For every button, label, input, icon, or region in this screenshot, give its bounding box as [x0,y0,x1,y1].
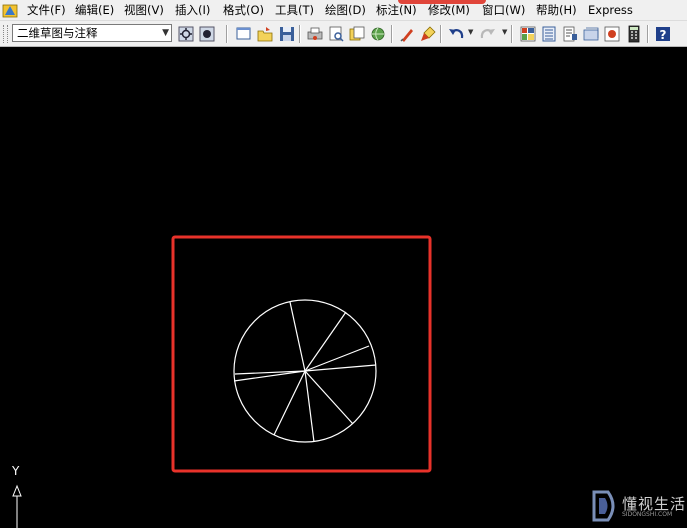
ucs-y-label: Y [12,464,20,478]
toolbar-separator [511,25,513,43]
workspace-save-icon[interactable] [197,24,217,44]
menu-insert[interactable]: 插入(I) [175,3,210,18]
properties-icon[interactable] [518,24,538,44]
3d-dwf-icon[interactable] [368,24,388,44]
workspace-select[interactable]: 二维草图与注释 ▼ [12,24,172,42]
watermark-logo-icon [592,490,615,522]
menu-dimension[interactable]: 标注(N) [376,3,417,18]
menu-help[interactable]: 帮助(H) [536,3,577,18]
svg-text:?: ? [660,28,667,42]
watermark: 懂视生活 SIDONGSHI.COM [590,489,687,525]
menu-draw[interactable]: 绘图(D) [325,3,366,18]
highlight-mark [398,0,486,4]
markup-icon[interactable] [602,24,622,44]
toolbar-separator [391,25,393,43]
new-file-icon[interactable] [233,24,253,44]
toolbar-separator [226,25,228,43]
plot-preview-icon[interactable] [326,24,346,44]
menu-file[interactable]: 文件(F) [27,3,66,18]
menu-window[interactable]: 窗口(W) [482,3,525,18]
drawing-area [171,235,432,473]
menu-express[interactable]: Express [588,3,633,18]
drawing-canvas[interactable]: Y 懂视生活 SIDONGSHI.COM [0,47,687,528]
help-icon[interactable]: ? [653,24,673,44]
menu-view[interactable]: 视图(V) [124,3,164,18]
publish-icon[interactable] [347,24,367,44]
match-properties-icon[interactable] [397,24,417,44]
paintbrush-icon[interactable] [418,24,438,44]
save-icon[interactable] [277,24,297,44]
chevron-down-icon: ▼ [162,28,169,38]
watermark-domain: SIDONGSHI.COM [622,511,673,518]
app-icon[interactable] [2,2,19,19]
toolbar-separator [647,25,649,43]
undo-dropdown-icon[interactable]: ▼ [468,28,473,36]
tool-palettes-icon[interactable] [560,24,580,44]
toolbar-grip[interactable] [3,25,8,43]
menu-modify[interactable]: 修改(M) [428,3,470,18]
plot-icon[interactable] [305,24,325,44]
standard-toolbar: 二维草图与注释 ▼ ▼ ▼ ? [0,21,687,47]
workspace-settings-icon[interactable] [176,24,196,44]
redo-icon[interactable] [478,24,498,44]
redo-dropdown-icon[interactable]: ▼ [502,28,507,36]
open-file-icon[interactable] [255,24,275,44]
ucs-y-axis-icon [12,484,22,528]
calculator-icon[interactable] [624,24,644,44]
undo-icon[interactable] [446,24,466,44]
menu-format[interactable]: 格式(O) [223,3,264,18]
menu-bar: 文件(F) 编辑(E) 视图(V) 插入(I) 格式(O) 工具(T) 绘图(D… [0,0,687,21]
design-center-icon[interactable] [539,24,559,44]
sheet-set-icon[interactable] [581,24,601,44]
toolbar-separator [299,25,301,43]
menu-edit[interactable]: 编辑(E) [75,3,114,18]
workspace-value: 二维草图与注释 [17,26,98,40]
menu-tools[interactable]: 工具(T) [275,3,314,18]
toolbar-separator [440,25,442,43]
